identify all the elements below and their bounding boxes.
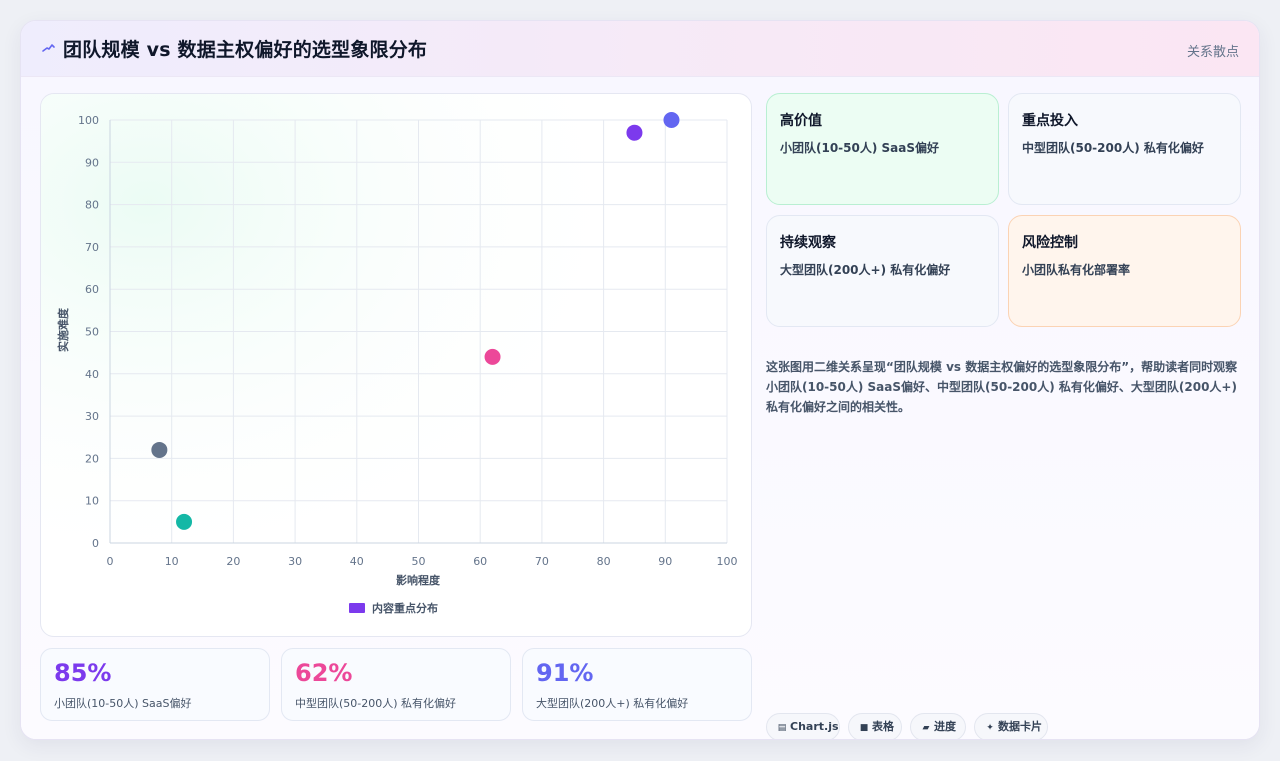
chart-icon: ▤	[777, 723, 787, 733]
scatter-chart-card: 0 10 20 30 40 50 60 70 80 90 100 0 10 20 30 40 50 60 70 80 9…	[40, 93, 752, 637]
tag-data-card[interactable]: ✦ 数据卡片	[974, 713, 1048, 739]
x-tick-label: 90	[658, 555, 672, 568]
x-tick-label: 70	[535, 555, 549, 568]
quadrant-desc: 小团队私有化部署率	[1022, 263, 1131, 277]
quadrant-card-observe: 持续观察 大型团队(200人+) 私有化偏好	[766, 215, 999, 327]
legend-label: 内容重点分布	[372, 601, 438, 615]
tag-chartjs[interactable]: ▤ Chart.js	[766, 713, 840, 739]
sparkle-icon: ✦	[986, 723, 994, 733]
y-tick-label: 80	[85, 199, 99, 212]
x-tick-label: 30	[288, 555, 302, 568]
tag-table[interactable]: ■ 表格	[848, 713, 902, 739]
quadrant-card-high-value: 高价值 小团队(10-50人) SaaS偏好	[766, 93, 999, 205]
data-point[interactable]	[626, 124, 643, 141]
tag-label: 表格	[872, 720, 894, 733]
scatter-chart: 0 10 20 30 40 50 60 70 80 90 100 0 10 20 30 40 50 60 70 80 9…	[41, 94, 751, 636]
main-content: 0 10 20 30 40 50 60 70 80 90 100 0 10 20 30 40 50 60 70 80 9…	[21, 77, 1259, 739]
tag-progress[interactable]: ▰ 进度	[910, 713, 966, 739]
quadrant-title: 风险控制	[1022, 235, 1078, 251]
chart-type-badge: 关系散点	[1186, 45, 1239, 60]
quadrant-title: 持续观察	[780, 235, 836, 251]
header: 团队规模 vs 数据主权偏好的选型象限分布 关系散点	[21, 21, 1259, 77]
y-tick-label: 90	[85, 156, 99, 169]
stat-card-large-team: 91% 大型团队(200人+) 私有化偏好	[522, 648, 752, 721]
stat-value: 62%	[295, 659, 353, 687]
dashboard-frame: 团队规模 vs 数据主权偏好的选型象限分布 关系散点 0 10 20 30 40 50 60…	[20, 20, 1260, 740]
x-tick-label: 10	[165, 555, 179, 568]
tag-label: 进度	[934, 720, 956, 733]
x-tick-label: 20	[226, 555, 240, 568]
progress-icon: ▰	[922, 723, 930, 733]
quadrant-desc: 小团队(10-50人) SaaS偏好	[780, 141, 940, 155]
table-icon: ■	[859, 723, 869, 733]
y-tick-label: 30	[85, 410, 99, 423]
stat-card-medium-team: 62% 中型团队(50-200人) 私有化偏好	[281, 648, 511, 721]
x-tick-label: 40	[350, 555, 364, 568]
stat-label: 小团队(10-50人) SaaS偏好	[54, 697, 192, 710]
sparkline-icon	[42, 44, 55, 52]
stat-label: 中型团队(50-200人) 私有化偏好	[295, 697, 457, 710]
x-tick-label: 0	[107, 555, 114, 568]
quadrant-title: 高价值	[780, 113, 822, 129]
legend-swatch	[349, 603, 365, 613]
x-axis-label: 影响程度	[396, 573, 441, 587]
data-point[interactable]	[176, 513, 193, 530]
stat-value: 91%	[536, 659, 594, 687]
y-tick-label: 100	[78, 114, 99, 127]
stat-value: 85%	[54, 659, 112, 687]
x-tick-label: 100	[717, 555, 738, 568]
y-tick-label: 40	[85, 368, 99, 381]
data-point[interactable]	[151, 441, 168, 458]
tag-label: 数据卡片	[998, 720, 1042, 733]
y-tick-label: 50	[85, 326, 99, 339]
quadrant-desc: 中型团队(50-200人) 私有化偏好	[1022, 141, 1204, 155]
x-tick-label: 80	[597, 555, 611, 568]
stat-card-small-team: 85% 小团队(10-50人) SaaS偏好	[40, 648, 270, 721]
stat-label: 大型团队(200人+) 私有化偏好	[536, 697, 689, 710]
y-axis-label: 实施难度	[56, 307, 70, 352]
y-tick-label: 0	[92, 537, 99, 550]
data-point[interactable]	[484, 348, 501, 365]
quadrant-desc: 大型团队(200人+) 私有化偏好	[780, 263, 951, 277]
x-tick-label: 60	[473, 555, 487, 568]
y-tick-label: 20	[85, 452, 99, 465]
chart-legend[interactable]: 内容重点分布	[349, 601, 438, 615]
x-tick-label: 50	[412, 555, 426, 568]
quadrant-card-focus-investment: 重点投入 中型团队(50-200人) 私有化偏好	[1008, 93, 1241, 205]
y-tick-label: 60	[85, 283, 99, 296]
y-tick-label: 10	[85, 495, 99, 508]
quadrant-title: 重点投入	[1022, 113, 1078, 129]
page-title: 团队规模 vs 数据主权偏好的选型象限分布	[63, 39, 428, 61]
chart-description: 这张图用二维关系呈现“团队规模 vs 数据主权偏好的选型象限分布”，帮助读者同时…	[766, 360, 1238, 414]
quadrant-card-risk-control: 风险控制 小团队私有化部署率	[1008, 215, 1241, 327]
y-tick-label: 70	[85, 241, 99, 254]
data-point[interactable]	[663, 112, 680, 128]
tag-label: Chart.js	[790, 720, 839, 733]
